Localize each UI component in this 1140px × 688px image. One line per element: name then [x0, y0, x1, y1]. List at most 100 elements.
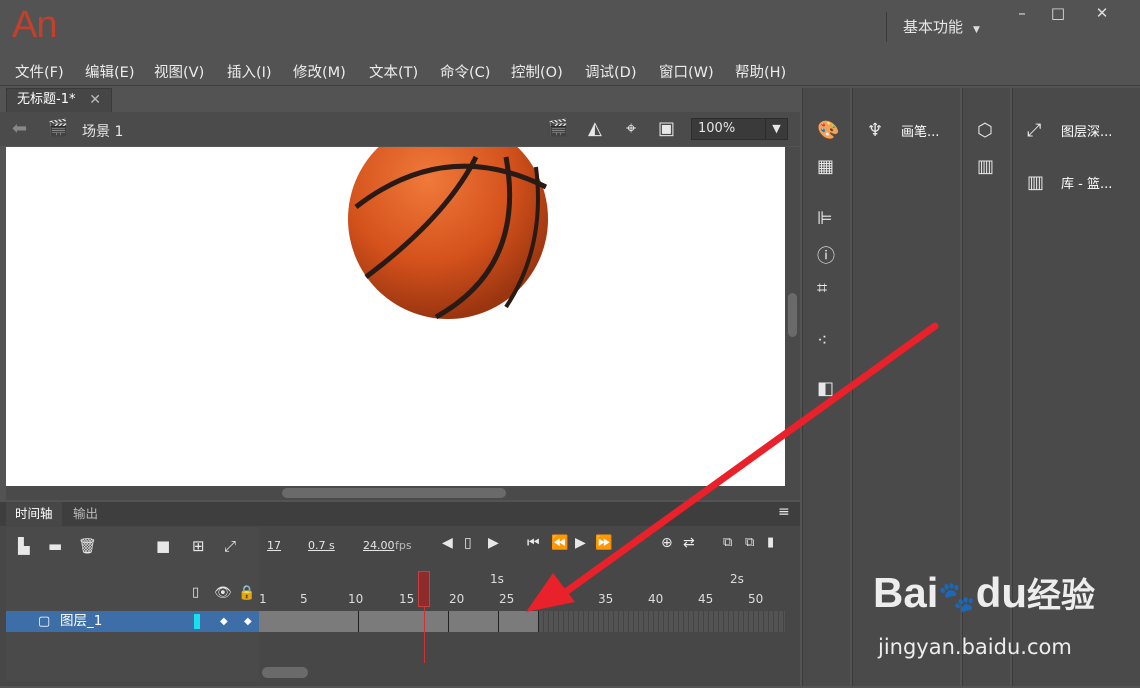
library-icon[interactable]: ▥ [977, 156, 994, 177]
menu-commands[interactable]: 命令(C) [440, 61, 490, 82]
parent-view-icon[interactable]: ⊞ [192, 537, 205, 555]
transform-icon[interactable]: ⌗ [817, 278, 827, 299]
document-tab[interactable]: 无标题-1* ✕ [6, 88, 112, 112]
frame-row[interactable] [259, 611, 785, 632]
timeline-scrollbar[interactable] [262, 667, 308, 678]
keyframe-span[interactable] [359, 611, 449, 632]
minimize-button[interactable]: – [1004, 0, 1040, 26]
edit-symbols-icon[interactable]: ◭ [588, 118, 602, 139]
animate-logo: An [12, 4, 57, 46]
maximize-button[interactable]: □ [1040, 0, 1076, 26]
onion-skin-icon[interactable]: ⧉ [723, 535, 732, 550]
frame-rate[interactable]: 24.00 [363, 539, 395, 552]
fps-unit: fps [395, 539, 412, 552]
align-icon[interactable]: ⊫ [817, 208, 833, 229]
menu-file[interactable]: 文件(F) [15, 61, 64, 82]
layer-color-swatch[interactable] [194, 614, 200, 629]
delete-layer-icon[interactable]: 🗑 [78, 537, 97, 555]
menu-text[interactable]: 文本(T) [369, 61, 418, 82]
first-frame-icon[interactable]: ⏮ [527, 535, 540, 551]
new-layer-icon[interactable]: ▙ [18, 537, 30, 555]
visible-dot[interactable]: ◆ [220, 611, 228, 632]
next-keyframe-icon[interactable]: ▶ [488, 535, 499, 551]
ruler-tick: 5 [300, 592, 308, 606]
components-cube-icon[interactable]: ⬡ [977, 120, 993, 141]
menu-insert[interactable]: 插入(I) [227, 61, 272, 82]
close-tab-icon[interactable]: ✕ [89, 89, 101, 111]
paw-icon: 🐾 [938, 581, 976, 614]
layer-row[interactable]: ▢ 图层_1 ◆ ◆ [6, 611, 259, 632]
keyframe-span[interactable] [259, 611, 359, 632]
scene-name: 场景 1 [82, 124, 124, 140]
step-back-icon[interactable]: ⏪ [551, 535, 568, 551]
new-folder-icon[interactable]: ▬ [48, 537, 62, 555]
menu-bar: 文件(F) 编辑(E) 视图(V) 插入(I) 修改(M) 文本(T) 命令(C… [0, 56, 1140, 86]
graph-icon[interactable]: ⤢ [224, 537, 236, 555]
menu-window[interactable]: 窗口(W) [659, 61, 714, 82]
play-icon[interactable]: ▶ [575, 535, 586, 551]
ruler-tick: 1 [259, 592, 267, 606]
basketball-image[interactable] [6, 147, 785, 486]
info-icon[interactable]: ⓘ [817, 242, 835, 268]
layer-list: ▙ ▬ 🗑 ■ ⊞ ⤢ ▯ 👁 🔒 [6, 527, 259, 681]
brushes-label[interactable]: 画笔... [901, 121, 939, 140]
loop-icon[interactable]: ⇄ [683, 535, 695, 551]
clapper-icon: 🎬 [48, 118, 68, 137]
prev-keyframe-icon[interactable]: ◀ [442, 535, 453, 551]
library-icon[interactable]: ▥ [1027, 172, 1044, 193]
edit-multiple-icon[interactable]: ▮ [767, 535, 774, 550]
onion-outline-icon[interactable]: ⧉ [745, 535, 754, 550]
close-button[interactable]: ✕ [1084, 0, 1120, 26]
tools-panel-strip: 🎨 ▦ ⊫ ⓘ ⌗ ⁖ ◧ [802, 88, 850, 686]
chevron-down-icon: ▼ [973, 25, 980, 35]
lock-icon[interactable]: 🔒 [238, 585, 255, 601]
menu-modify[interactable]: 修改(M) [293, 61, 346, 82]
elapsed-time[interactable]: 0.7 s [308, 539, 335, 552]
swatches-icon[interactable]: ▦ [817, 156, 834, 177]
center-frame-icon[interactable]: ⊕ [661, 535, 673, 551]
back-arrow-icon[interactable]: ⬅ [12, 118, 27, 139]
tab-timeline[interactable]: 时间轴 [6, 502, 62, 526]
playhead[interactable] [418, 571, 430, 607]
clip-content-icon[interactable]: ▣ [658, 118, 675, 139]
empty-frames[interactable] [539, 611, 785, 632]
layer-depth-label[interactable]: 图层深... [1061, 121, 1112, 140]
panel-menu-icon[interactable]: ≡ [778, 504, 790, 520]
keyframe-span[interactable] [499, 611, 539, 632]
keyframe-icon[interactable]: ▯ [464, 535, 472, 551]
menu-view[interactable]: 视图(V) [154, 61, 204, 82]
camera-icon[interactable]: ■ [156, 537, 170, 555]
layer-icon: ▢ [38, 614, 51, 629]
components-icon[interactable]: ⁖ [817, 330, 828, 351]
library-label[interactable]: 库 - 篮... [1061, 173, 1112, 192]
ruler-tick: 50 [748, 592, 764, 606]
zoom-select[interactable]: 100% ▼ [691, 118, 788, 140]
color-palette-icon[interactable]: 🎨 [817, 120, 839, 141]
menu-edit[interactable]: 编辑(E) [85, 61, 134, 82]
eye-icon[interactable]: 👁 [214, 585, 232, 601]
layer-name: 图层_1 [60, 613, 103, 629]
zoom-value: 100% [698, 121, 736, 136]
keyframe-span[interactable] [449, 611, 499, 632]
edit-bar: ⬅ 🎬 场景 1 🎬 ◭ ⌖ ▣ [0, 112, 800, 146]
center-stage-icon[interactable]: ⌖ [626, 118, 636, 139]
ruler-tick: 35 [598, 592, 614, 606]
outline-icon[interactable]: ▯ [192, 585, 199, 600]
menu-help[interactable]: 帮助(H) [735, 61, 786, 82]
brush-icon[interactable]: ♆ [867, 120, 883, 141]
stage-canvas[interactable] [6, 147, 785, 486]
tab-output[interactable]: 输出 [64, 502, 107, 526]
workspace-label: 基本功能 [903, 18, 964, 36]
menu-control[interactable]: 控制(O) [511, 61, 563, 82]
stage-vertical-scrollbar[interactable] [785, 147, 800, 487]
frame-ruler[interactable]: 1s 2s 1 5 10 15 20 25 35 40 45 50 [259, 568, 800, 610]
motion-presets-icon[interactable]: ◧ [817, 378, 834, 399]
layer-depth-icon[interactable]: ⤢ [1027, 120, 1041, 141]
stage-horizontal-scrollbar[interactable] [6, 486, 800, 500]
step-forward-icon[interactable]: ⏩ [595, 535, 612, 551]
unlocked-dot[interactable]: ◆ [244, 611, 252, 632]
menu-debug[interactable]: 调试(D) [585, 61, 636, 82]
edit-scene-icon[interactable]: 🎬 [548, 118, 568, 137]
workspace-switcher[interactable]: 基本功能 ▼ [886, 12, 980, 42]
current-frame[interactable]: 17 [267, 539, 281, 552]
